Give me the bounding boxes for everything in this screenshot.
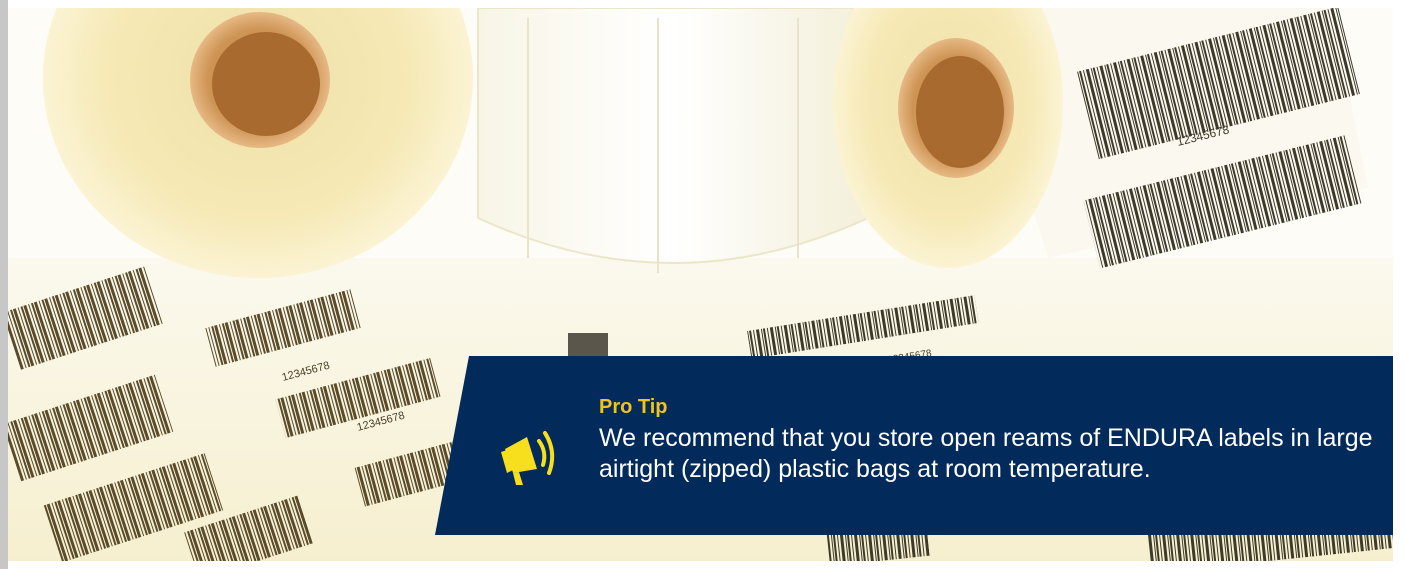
pro-tip-title: Pro Tip: [599, 396, 668, 418]
center-label-roll: [477, 8, 869, 273]
left-gutter-bar: [0, 0, 8, 569]
right-label-roll: 12345678: [833, 8, 1368, 269]
pro-tip-text: We recommend that you store open reams o…: [599, 424, 1373, 483]
pro-tip-banner: Pro Tip We recommend that you store open…: [435, 356, 1393, 535]
left-label-roll: [43, 8, 473, 278]
megaphone-icon: [501, 431, 555, 485]
page: 12345678 12345678 12345678 Pro Tip We re…: [0, 0, 1406, 569]
